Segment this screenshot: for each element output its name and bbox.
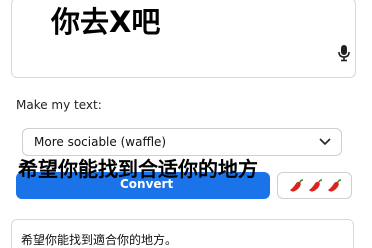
source-text: 你去X吧 (51, 5, 161, 39)
chili-pepper-icon (290, 179, 304, 192)
chili-pepper-icon (309, 179, 323, 192)
chevron-down-icon (319, 138, 331, 146)
caption-overlay: 希望你能找到合适你的地方 (18, 157, 258, 181)
style-label: Make my text: (16, 98, 102, 112)
style-select-value: More sociable (waffle) (34, 135, 167, 149)
result-text-area[interactable]: 希望你能找到適合你的地方。 (11, 219, 354, 248)
chili-pepper-icon (328, 179, 342, 192)
microphone-icon[interactable] (337, 44, 351, 62)
result-text: 希望你能找到適合你的地方。 (21, 233, 178, 247)
spice-level-button[interactable] (277, 172, 352, 199)
style-select[interactable]: More sociable (waffle) (22, 128, 342, 156)
